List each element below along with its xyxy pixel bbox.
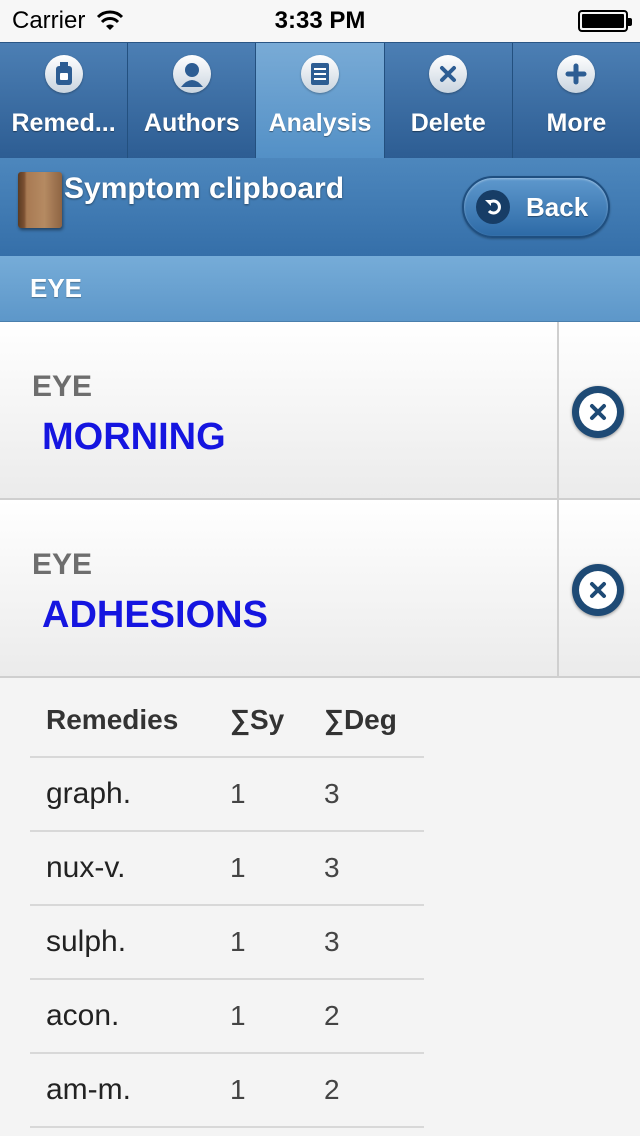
- tab-authors[interactable]: Authors: [128, 43, 257, 158]
- battery-icon: [578, 10, 632, 32]
- tab-label: Remed...: [11, 109, 116, 137]
- table-row[interactable]: graph. 1 3: [30, 758, 424, 832]
- remedy-name: nux-v.: [46, 851, 126, 884]
- row-divider: [557, 322, 559, 498]
- status-bar: Carrier 3:33 PM: [0, 0, 640, 42]
- carrier-label: Carrier: [12, 7, 86, 34]
- sum-symptoms: 1: [230, 926, 246, 957]
- symptom-category: EYE: [32, 370, 93, 403]
- tab-label: Analysis: [268, 109, 372, 137]
- symptom-name: MORNING: [42, 416, 226, 458]
- analysis-table: Remedies ∑Sy ∑Deg graph. 1 3 nux-v. 1 3 …: [30, 684, 424, 1128]
- delete-x-icon: [429, 55, 468, 93]
- back-arrow-icon: [476, 190, 510, 224]
- remedies-bottle-icon: [44, 55, 83, 93]
- symptom-name: ADHESIONS: [42, 594, 268, 636]
- tab-more[interactable]: More: [513, 43, 640, 158]
- close-icon: [579, 571, 617, 609]
- table-header: Remedies ∑Sy ∑Deg: [30, 684, 424, 758]
- sum-degree: 3: [324, 778, 340, 809]
- table-row[interactable]: am-m. 1 2: [30, 1054, 424, 1128]
- tab-remedies[interactable]: Remed...: [0, 43, 129, 158]
- close-icon: [579, 393, 617, 431]
- table-row[interactable]: acon. 1 2: [30, 980, 424, 1054]
- column-header-sum-symptoms[interactable]: ∑Sy: [214, 704, 308, 736]
- wifi-icon: [97, 10, 124, 30]
- remedy-name: graph.: [46, 777, 132, 810]
- symptom-category: EYE: [32, 548, 93, 581]
- remedy-name: acon.: [46, 999, 120, 1032]
- remove-symptom-button[interactable]: [572, 564, 624, 616]
- back-button[interactable]: Back: [462, 176, 610, 238]
- remedy-name: sulph.: [46, 925, 127, 958]
- table-row[interactable]: sulph. 1 3: [30, 906, 424, 980]
- section-label: EYE: [30, 273, 83, 303]
- sum-degree: 2: [324, 1074, 340, 1105]
- sum-degree: 3: [324, 926, 340, 957]
- table-row[interactable]: nux-v. 1 3: [30, 832, 424, 906]
- tab-label: Authors: [143, 109, 240, 137]
- remedy-name: am-m.: [46, 1073, 131, 1106]
- symptom-row[interactable]: EYE ADHESIONS: [0, 500, 640, 678]
- sum-symptoms: 1: [230, 1074, 246, 1105]
- clipboard-header: Symptom clipboard Back: [0, 158, 640, 256]
- column-header-remedies[interactable]: Remedies: [30, 704, 214, 736]
- symptom-row[interactable]: EYE MORNING: [0, 322, 640, 500]
- tab-label: Delete: [410, 109, 486, 137]
- remove-symptom-button[interactable]: [572, 386, 624, 438]
- plus-icon: [557, 55, 596, 93]
- analysis-notepad-icon: [301, 55, 339, 93]
- section-header: EYE: [0, 256, 640, 322]
- sum-symptoms: 1: [230, 778, 246, 809]
- tab-bar: Remed... Authors Analysis Delete More: [0, 42, 640, 158]
- column-header-sum-degree[interactable]: ∑Deg: [308, 704, 424, 736]
- sum-symptoms: 1: [230, 1000, 246, 1031]
- page-title: Symptom clipboard: [64, 172, 345, 205]
- sum-degree: 2: [324, 1000, 340, 1031]
- sum-symptoms: 1: [230, 852, 246, 883]
- sum-degree: 3: [324, 852, 340, 883]
- back-label: Back: [526, 191, 589, 222]
- tab-delete[interactable]: Delete: [385, 43, 513, 158]
- tab-analysis[interactable]: Analysis: [256, 43, 385, 158]
- book-icon: [18, 172, 62, 228]
- tab-label: More: [546, 109, 607, 137]
- status-left: Carrier: [12, 7, 125, 35]
- person-icon: [172, 55, 211, 93]
- row-divider: [557, 500, 559, 676]
